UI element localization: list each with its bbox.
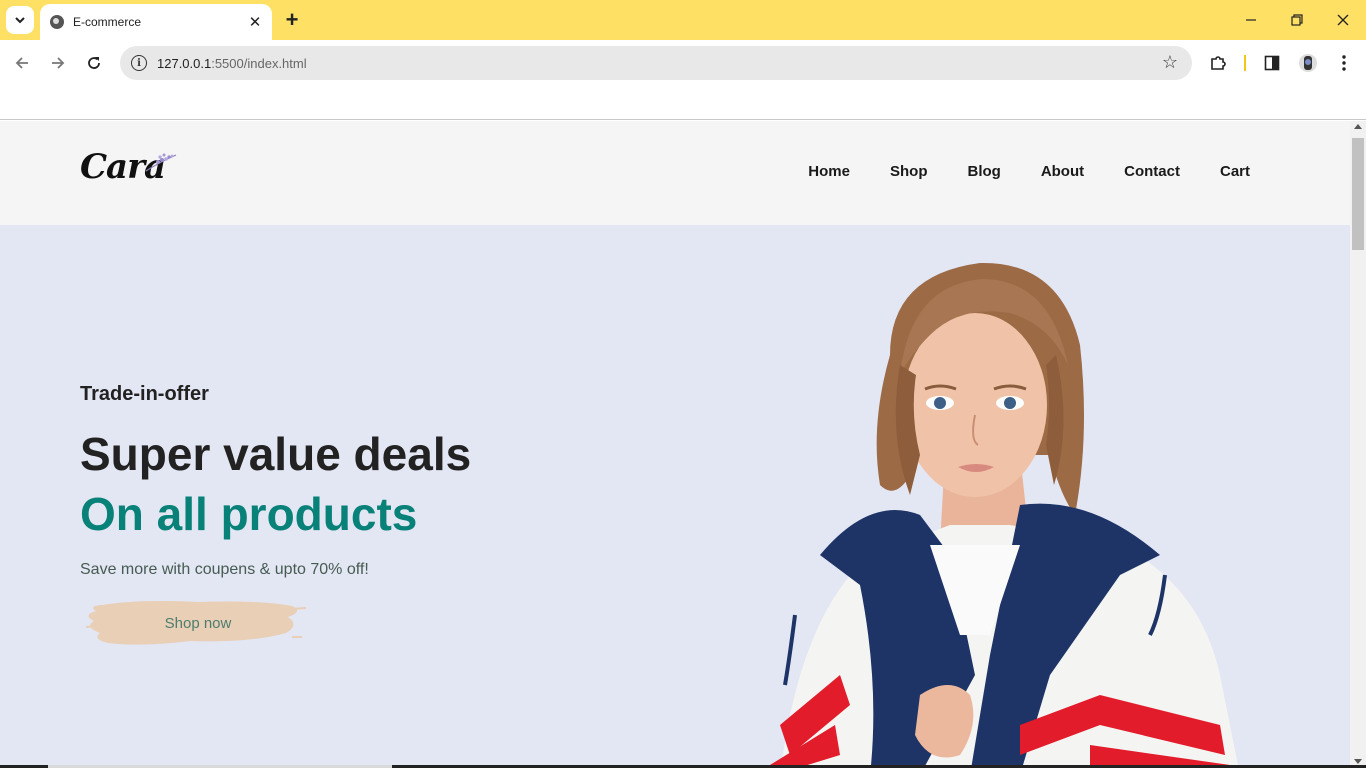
bookmarks-area [0,86,1366,120]
shop-now-label: Shop now [164,614,232,632]
kebab-menu-icon [1342,55,1346,71]
puzzle-icon [1211,56,1226,70]
side-panel-button[interactable] [1259,50,1285,76]
url-host: 127.0.0.1 [157,55,212,71]
address-bar[interactable]: i 127.0.0.1 :5500/index.html ☆ [120,46,1192,80]
tab-title: E-commerce [73,15,142,29]
extensions-button[interactable] [1205,50,1231,76]
nav-about[interactable]: About [1041,163,1084,180]
nav-contact[interactable]: Contact [1124,163,1180,180]
avatar-icon [1299,54,1317,72]
profile-avatar[interactable] [1295,50,1321,76]
browser-toolbar: i 127.0.0.1 :5500/index.html ☆ [0,40,1366,86]
reload-button[interactable] [80,49,108,77]
close-window-button[interactable] [1328,6,1358,34]
page-scrollbar[interactable] [1350,121,1366,768]
toolbar-divider [1244,55,1246,71]
chevron-down-icon [15,17,25,24]
lavender-icon [145,153,177,172]
restore-button[interactable] [1282,6,1312,34]
side-panel-icon [1264,55,1280,71]
site-info-icon[interactable]: i [131,55,147,71]
site-logo[interactable]: Cara [80,147,180,191]
new-tab-button[interactable]: + [280,7,304,32]
minimize-button[interactable] [1236,6,1266,34]
nav-home[interactable]: Home [808,163,850,180]
nav-blog[interactable]: Blog [967,163,1000,180]
close-icon [1337,14,1349,26]
back-button[interactable] [8,49,36,77]
browser-tab-bar: E-commerce ✕ + [0,0,1366,40]
globe-icon [50,15,64,29]
nav-cart[interactable]: Cart [1220,163,1250,180]
hero-model-image [770,262,1239,768]
site-header: Cara Home Shop Blog About Contact Cart [0,121,1350,225]
hero-title: Super value deals [80,428,472,480]
arrow-left-icon [15,57,28,69]
hero-kicker: Trade-in-offer [80,383,209,405]
hero-section: Trade-in-offer Super value deals On all … [0,225,1350,768]
minimize-icon [1246,19,1256,21]
scroll-down-icon[interactable] [1354,759,1362,764]
scroll-up-icon[interactable] [1354,124,1362,129]
forward-button[interactable] [44,49,72,77]
restore-icon [1291,14,1303,26]
bookmark-star-icon[interactable]: ☆ [1162,52,1178,73]
reload-icon [88,57,100,69]
main-nav: Home Shop Blog About Contact Cart [808,163,1250,180]
page-viewport: Cara Home Shop Blog About Contact Cart T… [0,121,1366,768]
tab-search-button[interactable] [6,6,34,34]
shop-now-button[interactable]: Shop now [80,597,308,649]
browser-menu-button[interactable] [1331,50,1357,76]
arrow-right-icon [52,57,65,69]
browser-tab[interactable]: E-commerce ✕ [40,4,272,40]
hero-title-accent: On all products [80,488,418,540]
scroll-thumb[interactable] [1352,138,1364,250]
url-path: :5500/index.html [211,55,307,71]
nav-shop[interactable]: Shop [890,163,928,180]
close-tab-icon[interactable]: ✕ [244,11,266,33]
hero-subtitle: Save more with coupens & upto 70% off! [80,561,369,578]
